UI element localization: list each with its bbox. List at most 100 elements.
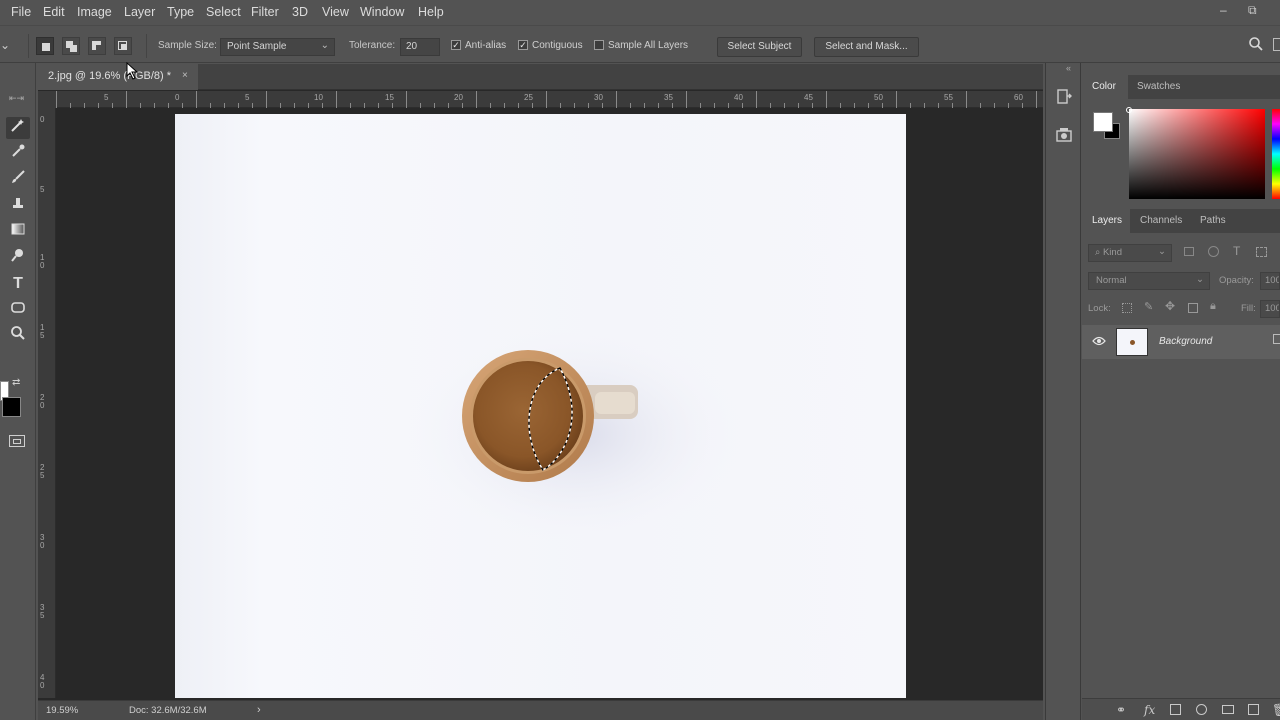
ruler-v-label: 3 5 — [40, 603, 45, 620]
ruler-tick — [658, 103, 659, 108]
ruler-h-label: 35 — [664, 93, 673, 102]
restore-button[interactable]: ⧉ — [1248, 3, 1257, 18]
contiguous-checkbox[interactable]: ✓ — [518, 40, 528, 50]
anti-alias-label: Anti-alias — [465, 40, 507, 51]
swap-colors-icon[interactable]: ⇄ — [12, 377, 20, 388]
new-selection-mode-button[interactable] — [36, 37, 54, 55]
clone-stamp-icon[interactable] — [6, 195, 30, 217]
sample-size-dropdown[interactable]: Point Sample ⌄ — [220, 38, 335, 56]
menu-edit[interactable]: Edit — [43, 5, 65, 19]
sample-all-layers-checkbox[interactable] — [594, 40, 604, 50]
ruler-tick — [168, 103, 169, 108]
screen-mode-icon[interactable] — [9, 435, 25, 447]
ruler-tick — [84, 103, 85, 108]
tab-paths[interactable]: Paths — [1200, 215, 1226, 226]
vertical-ruler[interactable]: 0 5 1 0 1 5 2 0 2 5 3 0 3 5 4 0 — [38, 108, 56, 698]
dodge-icon[interactable] — [6, 247, 30, 269]
ruler-tick — [196, 91, 197, 108]
adjustment-layer-icon[interactable] — [1196, 704, 1207, 715]
filter-shape-icon[interactable] — [1256, 247, 1267, 257]
close-icon[interactable]: × — [182, 70, 188, 81]
ruler-tick — [280, 103, 281, 108]
tolerance-input[interactable]: 20 — [400, 38, 440, 56]
tab-layers[interactable]: Layers — [1092, 215, 1122, 226]
filter-type-icon[interactable]: T — [1233, 244, 1240, 258]
color-picker-cursor[interactable] — [1126, 107, 1132, 113]
brush-icon[interactable] — [6, 169, 30, 191]
menu-view[interactable]: View — [322, 5, 349, 19]
menu-help[interactable]: Help — [418, 5, 444, 19]
menu-layer[interactable]: Layer — [124, 5, 155, 19]
lock-all-icon[interactable]: 🔒︎ — [1210, 300, 1216, 313]
anti-alias-checkbox[interactable]: ✓ — [451, 40, 461, 50]
lock-transparency-icon[interactable] — [1122, 303, 1132, 313]
search-icon[interactable] — [1248, 36, 1264, 55]
tab-color[interactable]: Color — [1092, 81, 1116, 92]
layer-row[interactable]: Background — [1082, 325, 1280, 359]
new-layer-icon[interactable] — [1248, 704, 1259, 715]
magic-wand-icon[interactable] — [6, 117, 30, 139]
tab-swatches[interactable]: Swatches — [1137, 81, 1180, 92]
subtract-from-selection-mode-button[interactable] — [88, 37, 106, 55]
new-group-icon[interactable] — [1222, 705, 1234, 714]
gradient-icon[interactable] — [6, 221, 30, 243]
ruler-h-label: 55 — [944, 93, 953, 102]
filter-pixel-icon[interactable] — [1184, 247, 1194, 256]
add-to-selection-mode-button[interactable] — [62, 37, 80, 55]
shape-icon[interactable] — [6, 299, 30, 321]
ruler-tick — [742, 103, 743, 108]
menu-filter[interactable]: Filter — [251, 5, 279, 19]
ruler-tick — [910, 103, 911, 108]
ruler-h-label: 30 — [594, 93, 603, 102]
zoom-level[interactable]: 19.59% — [46, 705, 78, 716]
minimize-button[interactable]: – — [1220, 3, 1227, 17]
select-and-mask-button[interactable]: Select and Mask... — [814, 37, 919, 57]
workspace-icon[interactable] — [1273, 38, 1280, 51]
type-icon[interactable]: T — [6, 273, 30, 295]
ruler-tick — [952, 103, 953, 108]
ruler-tick — [210, 103, 211, 108]
menu-select[interactable]: Select — [206, 5, 241, 19]
opacity-input[interactable]: 100 — [1260, 272, 1280, 290]
status-menu-arrow[interactable]: › — [257, 704, 261, 716]
document-tab[interactable]: 2.jpg @ 19.6% (RGB/8) * × — [38, 64, 198, 90]
hue-slider[interactable] — [1272, 109, 1280, 199]
link-layers-icon[interactable]: ⚭ — [1116, 703, 1126, 717]
menu-window[interactable]: Window — [360, 5, 404, 19]
blend-mode-dropdown[interactable]: Normal ⌄ — [1088, 272, 1210, 290]
chevron-down-icon: ⌄ — [1158, 246, 1166, 257]
eye-icon[interactable] — [1092, 335, 1106, 349]
menu-file[interactable]: File — [11, 5, 31, 19]
ruler-tick — [728, 103, 729, 108]
menu-image[interactable]: Image — [77, 5, 112, 19]
menu-type[interactable]: Type — [167, 5, 194, 19]
add-mask-icon[interactable] — [1170, 704, 1181, 715]
background-color-swatch[interactable] — [2, 397, 21, 417]
ruler-tick — [350, 103, 351, 108]
layer-kind-filter[interactable]: ⌕ Kind ⌄ — [1088, 244, 1172, 262]
history-icon[interactable] — [1054, 87, 1074, 107]
toolbar-collapse-icon[interactable]: ⇤⇥ — [9, 93, 24, 104]
filter-adjustment-icon[interactable] — [1208, 246, 1219, 257]
tab-channels[interactable]: Channels — [1140, 215, 1182, 226]
eyedropper-icon[interactable] — [6, 143, 30, 165]
intersect-selection-mode-button[interactable] — [114, 37, 132, 55]
properties-icon[interactable] — [1054, 125, 1074, 145]
fx-icon[interactable]: fx — [1144, 703, 1155, 717]
lock-pixels-icon[interactable]: ✎ — [1144, 300, 1153, 313]
fill-input[interactable]: 100 — [1260, 300, 1280, 318]
collapse-panels-icon[interactable]: « — [1066, 63, 1071, 73]
ruler-v-label: 4 0 — [40, 673, 45, 690]
trash-icon[interactable]: 🗑︎ — [1272, 703, 1280, 717]
image-canvas[interactable] — [175, 114, 906, 698]
zoom-icon[interactable] — [6, 325, 30, 347]
horizontal-ruler[interactable]: 5 0 5 10 15 20 25 30 35 40 45 50 55 60 — [56, 91, 1043, 108]
menu-3d[interactable]: 3D — [292, 5, 308, 19]
tool-preset-chevron-icon[interactable]: ⌄ — [0, 38, 10, 52]
layer-name[interactable]: Background — [1159, 336, 1212, 347]
lock-position-icon[interactable]: ✥ — [1165, 299, 1175, 313]
opacity-label: Opacity: — [1219, 275, 1254, 286]
select-subject-button[interactable]: Select Subject — [717, 37, 802, 57]
lock-artboard-icon[interactable] — [1188, 303, 1198, 313]
color-picker-field[interactable] — [1129, 109, 1265, 199]
